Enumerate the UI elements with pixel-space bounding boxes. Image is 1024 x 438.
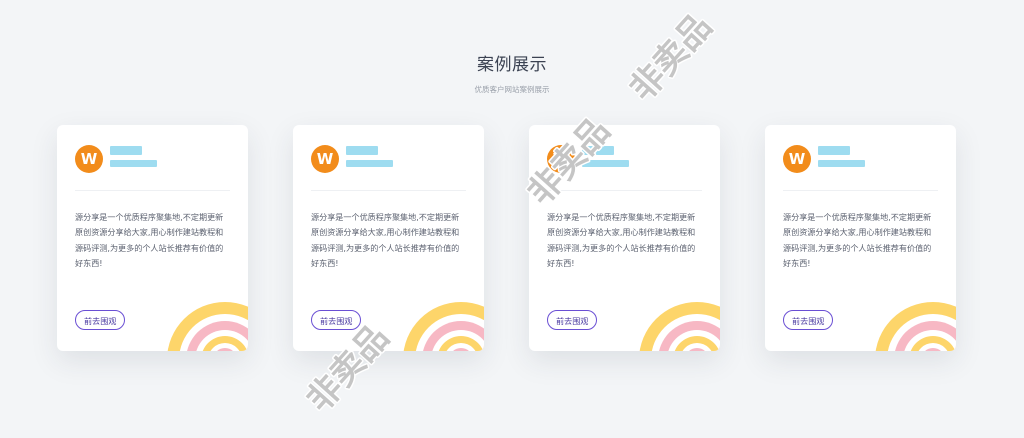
name-placeholder [110, 146, 142, 155]
name-block [818, 145, 865, 167]
avatar: W [311, 145, 339, 173]
url-placeholder [582, 160, 629, 167]
name-block [110, 145, 157, 167]
case-card: W 源分享是一个优质程序聚集地,不定期更新原创资源分享给大家,用心制作建站教程和… [529, 125, 720, 351]
section-subtitle: 优质客户网站案例展示 [474, 85, 550, 94]
section-title: 案例展示 [477, 55, 547, 75]
name-placeholder [582, 146, 614, 155]
avatar: W [547, 145, 575, 173]
avatar: W [783, 145, 811, 173]
card-header: W [529, 125, 720, 190]
url-placeholder [818, 160, 865, 167]
visit-button[interactable]: 前去围观 [311, 310, 362, 330]
card-header: W [293, 125, 484, 190]
card-description: 源分享是一个优质程序聚集地,不定期更新原创资源分享给大家,用心制作建站教程和源码… [547, 212, 696, 269]
card-description: 源分享是一个优质程序聚集地,不定期更新原创资源分享给大家,用心制作建站教程和源码… [75, 212, 224, 269]
avatar: W [75, 145, 103, 173]
url-placeholder [110, 160, 157, 167]
case-card-list: W 源分享是一个优质程序聚集地,不定期更新原创资源分享给大家,用心制作建站教程和… [57, 125, 956, 351]
card-header: W [765, 125, 956, 190]
rainbow-decoration [639, 302, 720, 351]
name-block [582, 145, 629, 167]
case-card: W 源分享是一个优质程序聚集地,不定期更新原创资源分享给大家,用心制作建站教程和… [57, 125, 248, 351]
visit-button[interactable]: 前去围观 [547, 310, 598, 330]
rainbow-decoration [403, 302, 484, 351]
card-description: 源分享是一个优质程序聚集地,不定期更新原创资源分享给大家,用心制作建站教程和源码… [311, 212, 460, 269]
case-card: W 源分享是一个优质程序聚集地,不定期更新原创资源分享给大家,用心制作建站教程和… [765, 125, 956, 351]
name-placeholder [818, 146, 850, 155]
card-description: 源分享是一个优质程序聚集地,不定期更新原创资源分享给大家,用心制作建站教程和源码… [783, 212, 932, 269]
name-block [346, 145, 393, 167]
visit-button[interactable]: 前去围观 [783, 310, 834, 330]
visit-button[interactable]: 前去围观 [75, 310, 126, 330]
section-header: 案例展示 优质客户网站案例展示 [0, 0, 1024, 95]
rainbow-decoration [875, 302, 956, 351]
url-placeholder [346, 160, 393, 167]
card-header: W [57, 125, 248, 190]
rainbow-decoration [167, 302, 248, 351]
name-placeholder [346, 146, 378, 155]
case-card: W 源分享是一个优质程序聚集地,不定期更新原创资源分享给大家,用心制作建站教程和… [293, 125, 484, 351]
